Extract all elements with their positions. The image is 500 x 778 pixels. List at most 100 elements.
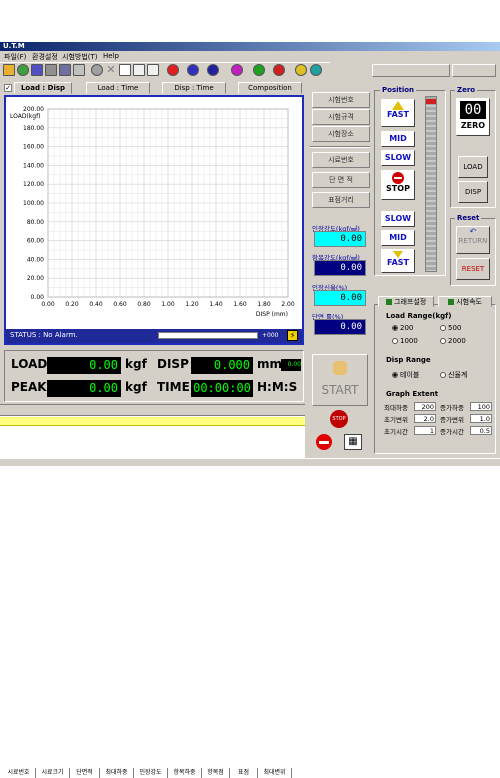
position-title: Position [380,86,417,94]
stop-label: STOP [386,184,410,193]
open-icon[interactable] [17,64,29,76]
x-tick-label: 1.40 [209,301,223,308]
toolbar-right-strip [372,64,496,77]
tab-graph-settings[interactable]: 그래프설정 [378,296,434,307]
menu-file[interactable]: 파일(F) [4,52,26,62]
zero-title: Zero [455,86,478,94]
start-button[interactable]: START [312,354,368,406]
progress-bar [158,332,258,339]
test-standard-button[interactable]: 시험규격 [312,109,370,125]
close-icon[interactable]: ✕ [105,64,117,76]
tab-load-time[interactable]: Load : Time [86,82,150,94]
zero-display: 00 [460,101,486,119]
results-column-header: 시료번호 [2,768,36,778]
slow-up-button[interactable]: SLOW [381,150,415,166]
button-label: 시료번호 [328,156,354,164]
extent-label: 증가변위 [440,416,464,424]
extent-value[interactable]: 1.0 [470,414,492,423]
gauge-length-button[interactable]: 표점거리 [312,192,370,208]
tab-load-disp[interactable]: Load : Disp [14,82,72,94]
time-value: 00:00:00 [191,380,253,397]
status-bar: STATUS : No Alarm. +000 ⚡ [6,329,302,343]
test-location-button[interactable]: 시험장소 [312,126,370,142]
gear-icon[interactable] [91,64,103,76]
zero-button[interactable]: 00 ZERO [456,98,490,136]
bottom-scrollbar[interactable] [0,458,500,466]
extent-label: 증가하중 [440,404,464,412]
tab-composition[interactable]: Composition [238,82,302,94]
menu-settings[interactable]: 환경설정 [32,52,58,62]
cross-section-button[interactable]: 단 면 적 [312,172,370,188]
results-header [0,405,305,416]
extent-value[interactable]: 2.0 [414,414,436,423]
up-arrow-icon[interactable] [167,64,179,76]
no-entry-button[interactable] [316,434,332,450]
load-range-option[interactable]: 1000 [392,337,418,345]
results-column-header: 최대변위 [258,768,292,778]
stop-button[interactable]: STOP [381,170,415,200]
menu-help[interactable]: Help [103,52,119,60]
load-range-option[interactable]: 500 [440,324,461,332]
document-icon[interactable] [119,64,131,76]
return-button[interactable]: ↶ RETURN [456,226,490,254]
tab-label: Load : Disp [20,84,66,92]
print-icon[interactable] [45,64,57,76]
option-label: 테이블 [400,371,420,379]
circle-navy-icon[interactable] [207,64,219,76]
tab-test-speed[interactable]: 시험속도 [438,296,492,307]
slow-down-button[interactable]: SLOW [381,211,415,227]
stop-sign-button[interactable]: STOP [330,410,348,428]
reduction-area-value: 0.00 [314,319,366,335]
tab-disp-time[interactable]: Disp : Time [162,82,226,94]
tensile-strength-value: 0.00 [314,231,366,247]
tab-label: Load : Time [97,84,139,92]
graph-settings-icon [385,299,392,305]
preview-icon[interactable] [73,64,85,76]
load-range-option[interactable]: 2000 [440,337,466,345]
y-tick-label: 160.00 [23,144,44,151]
reset-button[interactable]: RESET [456,258,490,280]
circle-blue-icon[interactable] [187,64,199,76]
folder-icon[interactable] [3,64,15,76]
mid-down-button[interactable]: MID [381,230,415,246]
circle-green-icon[interactable] [253,64,265,76]
extent-value[interactable]: 1 [414,426,436,435]
load-unit: kgf [125,357,147,371]
y-tick-label: 40.00 [27,256,44,263]
load-range-option[interactable]: 200 [392,324,413,332]
disp-range-option[interactable]: 신율계 [440,370,467,380]
menu-test-method[interactable]: 시험방법(T) [62,52,98,62]
help-icon[interactable] [295,64,307,76]
chart-icon[interactable] [133,64,145,76]
utm-window: U.T.M 파일(F) 환경설정 시험방법(T) Help ✕ Load : D… [0,42,500,778]
progress-value: +000 [262,332,279,339]
option-label: 200 [400,324,414,332]
info-icon[interactable] [310,64,322,76]
mid-up-button[interactable]: MID [381,131,415,147]
fast-down-button[interactable]: FAST [381,249,415,273]
disp-zero-button[interactable]: DISP [458,181,488,203]
toolbar: ✕ [0,62,330,77]
time-label: TIME [157,380,190,394]
grid-button[interactable]: ▦ [344,434,362,450]
tab-checkbox[interactable]: ✓ [4,84,12,92]
results-column-header: 인장강도 [134,768,168,778]
circle-red-icon[interactable] [273,64,285,76]
test-number-button[interactable]: 시험번호 [312,92,370,108]
extent-value[interactable]: 200 [414,402,436,411]
tab-label: 그래프설정 [394,298,427,306]
bar-chart-icon[interactable] [147,64,159,76]
load-zero-button[interactable]: LOAD [458,156,488,178]
x-tick-label: 1.20 [185,301,199,308]
sample-number-button[interactable]: 시료번호 [312,152,370,168]
disp-range-option[interactable]: 테이블 [392,370,419,380]
disk-icon[interactable] [59,64,71,76]
return-label: RETURN [458,237,488,245]
y-tick-label: 200.00 [23,106,44,113]
fast-up-button[interactable]: FAST [381,99,415,127]
save-icon[interactable] [31,64,43,76]
circle-purple-icon[interactable] [231,64,243,76]
extent-value[interactable]: 0.5 [470,426,492,435]
peak-value: 0.00 [47,380,121,397]
extent-value[interactable]: 100 [470,402,492,411]
